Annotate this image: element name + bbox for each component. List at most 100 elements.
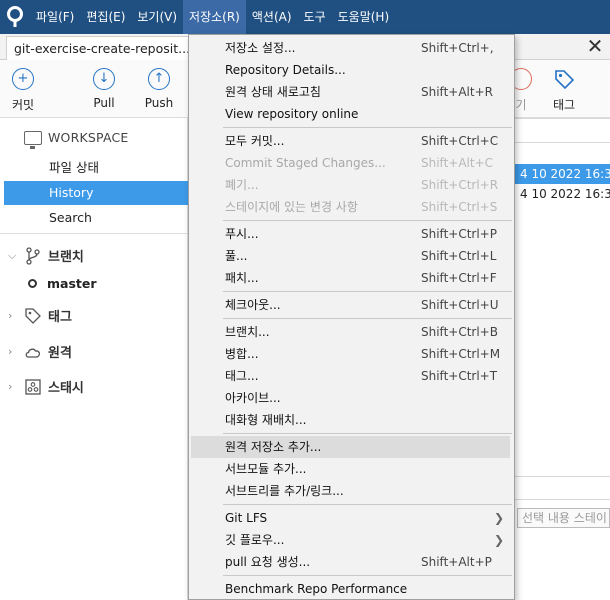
menu-refresh-remote-status[interactable]: 원격 상태 새로고침 Shift+Alt+R: [189, 81, 514, 103]
sidebar-group-branches[interactable]: ⌵ 브랜치: [8, 246, 84, 265]
menu-item-label: 깃 플로우...: [225, 533, 285, 547]
shortcut: Shift+Ctrl+U: [421, 298, 499, 312]
shortcut: Shift+Ctrl+F: [421, 271, 497, 285]
tags-label: 태그: [48, 310, 72, 325]
menu-item-label: 병합...: [225, 347, 259, 361]
sidebar-group-tags[interactable]: › 태그: [8, 306, 72, 325]
menu-add-link-subtree[interactable]: 서브트리를 추가/링크...: [189, 480, 514, 502]
chevron-right-icon: ›: [8, 345, 13, 358]
menu-item-label: 서브트리를 추가/링크...: [225, 484, 344, 498]
tag-button[interactable]: 태그: [541, 68, 587, 113]
shortcut: Shift+Ctrl+C: [421, 134, 499, 148]
workspace-header: WORKSPACE: [24, 130, 129, 149]
menu-view-repository-online[interactable]: View repository online: [189, 103, 514, 125]
cloud-icon: [24, 343, 42, 361]
menu-item-label: 원격 상태 새로고침: [225, 85, 321, 99]
menu-file[interactable]: 파일(F): [30, 0, 80, 34]
tab-repository[interactable]: git-exercise-create-reposit...: [6, 36, 192, 60]
workspace-label: WORKSPACE: [48, 130, 129, 145]
menu-help[interactable]: 도움말(H): [332, 0, 396, 34]
menu-repository-settings[interactable]: 저장소 설정... Shift+Ctrl+,: [189, 37, 514, 59]
menu-create-pull-request[interactable]: pull 요청 생성... Shift+Alt+P: [189, 551, 514, 573]
branches-label: 브랜치: [48, 250, 84, 265]
menu-add-remote[interactable]: 원격 저장소 추가...: [191, 436, 510, 458]
sidebar-group-stashes[interactable]: › 스태시: [8, 377, 84, 396]
table-row[interactable]: 4 10 2022 16:33: [514, 164, 610, 184]
menu-push[interactable]: 푸시... Shift+Ctrl+P: [189, 223, 514, 245]
menu-checkout[interactable]: 체크아웃... Shift+Ctrl+U: [189, 294, 514, 316]
master-label: master: [47, 276, 97, 291]
branch-icon: [24, 246, 42, 265]
remotes-label: 원격: [48, 346, 72, 361]
arrow-up-icon: ↑: [148, 68, 170, 90]
menu-add-submodule[interactable]: 서브모듈 추가...: [189, 458, 514, 480]
chevron-right-icon: ›: [8, 380, 13, 393]
shortcut: Shift+Ctrl+B: [421, 325, 498, 339]
menu-separator: [223, 220, 512, 221]
shortcut: Shift+Ctrl+P: [421, 227, 497, 241]
sidebar-item-master[interactable]: master: [28, 276, 97, 291]
tag-icon: [553, 68, 575, 90]
shortcut: Shift+Ctrl+M: [421, 347, 501, 361]
menu-item-label: 모두 커밋...: [225, 134, 285, 148]
table-row[interactable]: 4 10 2022 16:33: [514, 184, 610, 204]
menu-tools[interactable]: 도구: [298, 0, 332, 34]
current-branch-icon: [28, 279, 37, 288]
tag-small-icon: [24, 307, 42, 325]
menu-repository[interactable]: 저장소(R): [183, 0, 246, 34]
shortcut: Shift+Ctrl+S: [421, 200, 498, 214]
menu-pull[interactable]: 풀... Shift+Ctrl+L: [189, 245, 514, 267]
menu-interactive-rebase[interactable]: 대화형 재배치...: [189, 409, 514, 431]
menu-archive[interactable]: 아카이브...: [189, 387, 514, 409]
arrow-down-icon: ↓: [93, 68, 115, 90]
menu-edit[interactable]: 편집(E): [80, 0, 131, 34]
menu-merge[interactable]: 병합... Shift+Ctrl+M: [189, 343, 514, 365]
menu-item-label: 아카이브...: [225, 391, 281, 405]
repository-menu: 저장소 설정... Shift+Ctrl+, Repository Details…: [188, 34, 515, 600]
menu-commit-all[interactable]: 모두 커밋... Shift+Ctrl+C: [189, 130, 514, 152]
menu-item-label: Repository Details...: [225, 63, 346, 77]
shortcut: Shift+Ctrl+,: [421, 41, 494, 55]
sidebar-item-file-status[interactable]: 파일 상태: [4, 156, 188, 180]
menu-git-lfs[interactable]: Git LFS ❯: [189, 507, 514, 529]
menu-item-label: 대화형 재배치...: [225, 413, 307, 427]
stage-selected-button[interactable]: 선택 내용 스테이: [517, 508, 610, 528]
menu-benchmark-repo-performance[interactable]: Benchmark Repo Performance: [189, 578, 514, 600]
menu-separator: [223, 291, 512, 292]
sidebar-divider: [0, 233, 188, 234]
commit-button[interactable]: + 커밋: [0, 68, 46, 113]
sidebar-item-history[interactable]: History: [4, 181, 188, 205]
menu-repository-details[interactable]: Repository Details...: [189, 59, 514, 81]
menu-discard: 폐기... Shift+Ctrl+R: [189, 174, 514, 196]
chevron-right-icon: ❯: [493, 511, 504, 525]
menu-item-label: 폐기...: [225, 178, 259, 192]
tag-label: 태그: [552, 98, 576, 112]
menu-separator: [223, 504, 512, 505]
monitor-icon: [24, 130, 42, 149]
menu-separator: [223, 433, 512, 434]
menu-item-label: 푸시...: [225, 227, 259, 241]
plus-icon: +: [12, 68, 34, 90]
menu-item-label: Git LFS: [225, 511, 268, 525]
menu-item-label: 브랜치...: [225, 325, 270, 339]
menu-item-label: 태그...: [225, 369, 259, 383]
menu-fetch[interactable]: 패치... Shift+Ctrl+F: [189, 267, 514, 289]
menu-commit-staged-changes: Commit Staged Changes... Shift+Alt+C: [189, 152, 514, 174]
menu-branch[interactable]: 브랜치... Shift+Ctrl+B: [189, 321, 514, 343]
sidebar-group-remotes[interactable]: › 원격: [8, 342, 72, 361]
push-button[interactable]: ↑ Push: [136, 68, 182, 110]
pull-button[interactable]: ↓ Pull: [81, 68, 127, 110]
menu-tag[interactable]: 태그... Shift+Ctrl+T: [189, 365, 514, 387]
menu-item-label: Commit Staged Changes...: [225, 156, 386, 170]
close-tab-icon[interactable]: ✕: [584, 36, 606, 58]
menu-view[interactable]: 보기(V): [131, 0, 183, 34]
stash-icon: [24, 378, 42, 396]
shortcut: Shift+Ctrl+L: [421, 249, 497, 263]
menu-item-label: 원격 저장소 추가...: [225, 440, 322, 454]
menu-item-label: 서브모듈 추가...: [225, 462, 307, 476]
menu-git-flow[interactable]: 깃 플로우... ❯: [189, 529, 514, 551]
menu-item-label: 풀...: [225, 249, 248, 263]
menu-item-label: 스테이지에 있는 변경 사항: [225, 200, 358, 214]
sidebar-item-search[interactable]: Search: [4, 206, 188, 230]
menu-actions[interactable]: 액션(A): [246, 0, 298, 34]
